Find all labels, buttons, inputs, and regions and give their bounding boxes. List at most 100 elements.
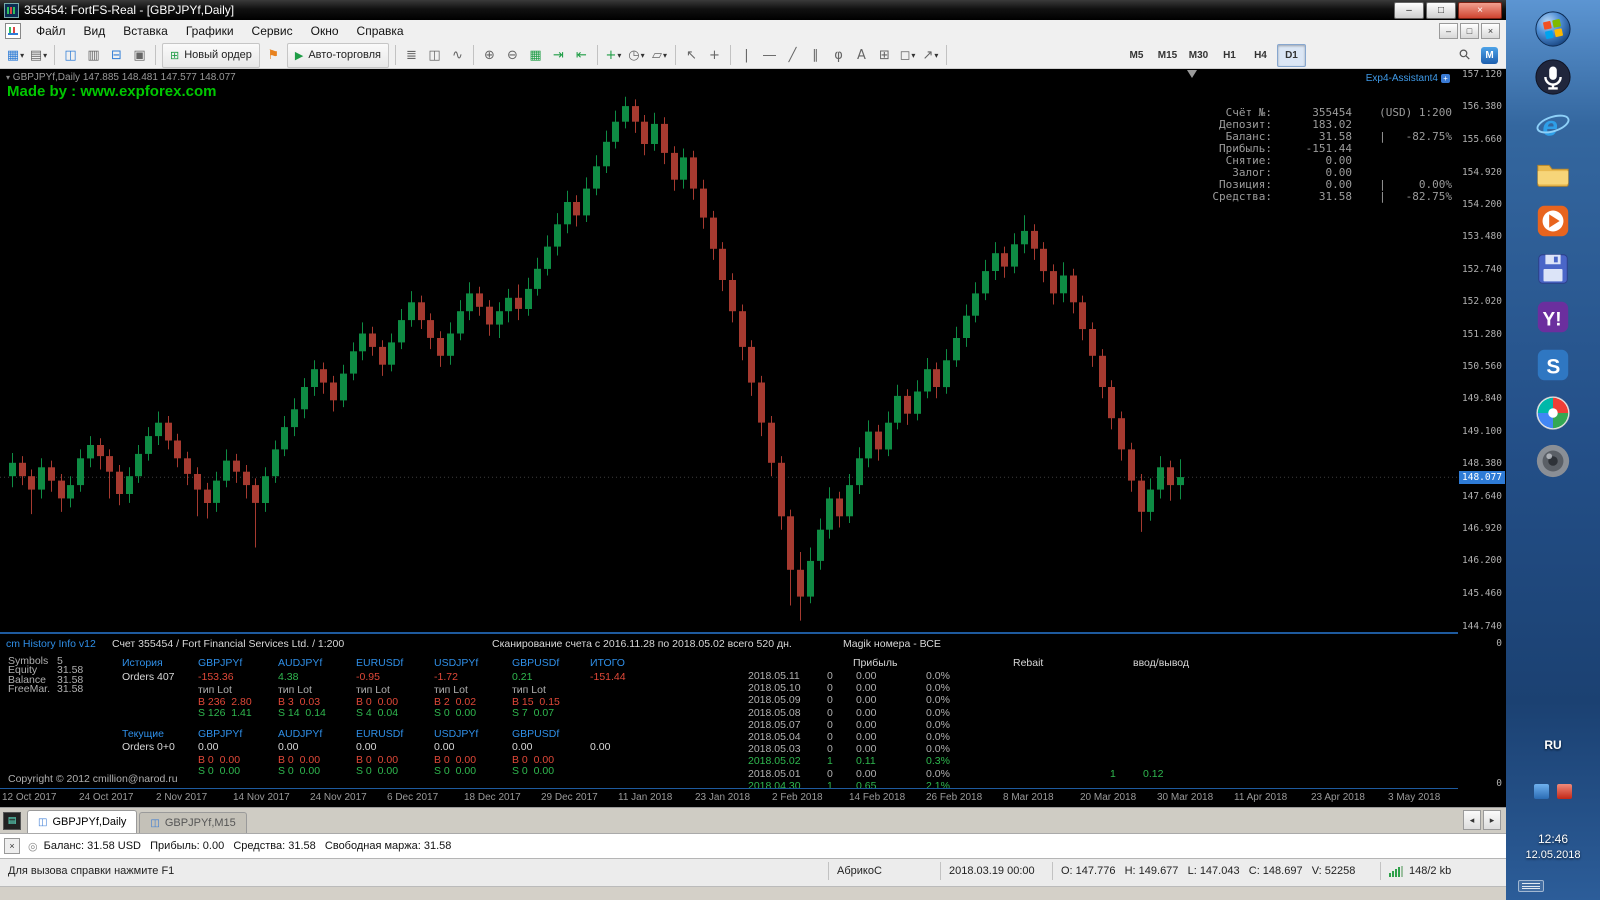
mt4-window: 355454: FortFS-Real - [GBPJPYf,Daily] – … [0,0,1506,900]
templates-button[interactable]: ▱ ▾ [648,44,671,67]
tile-windows-button[interactable]: ▦ [524,44,547,67]
auto-scroll-button[interactable]: ⇥ [547,44,570,67]
tab-scroll-right-button[interactable]: ▸ [1483,810,1501,830]
daily-date: 2018.05.09 [748,694,801,707]
show-desktop-button[interactable] [1518,880,1544,892]
timeframe-button-H4[interactable]: H4 [1246,44,1275,67]
folder-icon[interactable] [1534,154,1572,192]
indicators-button[interactable]: + ▾ [602,44,625,67]
menu-item-Файл[interactable]: Файл [27,24,75,38]
pinwheel-app-icon[interactable] [1534,394,1572,432]
candle [1099,349,1106,399]
bar-chart-button[interactable]: ≣ [400,44,423,67]
menu-item-Сервис[interactable]: Сервис [243,24,302,38]
microphone-app-icon[interactable] [1534,58,1572,96]
candle [311,360,318,396]
line-chart-button[interactable]: ∿ [446,44,469,67]
candle [19,456,26,486]
vertical-line-button[interactable]: | [735,44,758,67]
candle [593,155,600,196]
taskbar-date[interactable]: 12.05.2018 [1506,849,1600,861]
daily-count: 0 [827,731,833,743]
candle [262,467,269,512]
mdi-minimize-button[interactable]: – [1439,23,1458,39]
chart-list-icon[interactable]: ▤ [3,812,21,830]
terminal-button[interactable]: ▣ [128,44,151,67]
start-button[interactable] [1534,10,1572,48]
candle [982,259,989,301]
search-button[interactable]: ⚲ [1454,44,1477,67]
candle [515,284,522,321]
new-order-button[interactable]: ⊞ Новый ордер [162,42,260,68]
text-button[interactable]: A [850,44,873,67]
mdi-close-button[interactable]: × [1481,23,1500,39]
menu-item-Окно[interactable]: Окно [302,24,348,38]
candle [38,458,45,499]
save-disk-icon[interactable] [1534,250,1572,288]
cursor-button[interactable]: ↖ [680,44,703,67]
daily-profit: 0.00 [856,731,877,743]
account-info-panel: Счёт №: 355454 (USD) 1:200 Депозит: 183.02 Ба… [1184,107,1452,203]
menu-item-Графики[interactable]: Графики [177,24,243,38]
data-window-button[interactable]: ▥ [82,44,105,67]
arrows-button[interactable]: ↗ ▾ [919,44,942,67]
channel-button[interactable]: ∥ [804,44,827,67]
terminal-close-button[interactable]: × [4,838,20,854]
timeframe-button-M5[interactable]: M5 [1122,44,1151,67]
market-watch-button[interactable]: ◫ [59,44,82,67]
status-bar: Для вызова справки нажмите F1 АбрикоС 20… [0,858,1506,886]
ea-status-icon[interactable]: + [1441,74,1450,83]
zoom-out-button[interactable]: ⊖ [501,44,524,67]
chart-shift-button[interactable]: ⇤ [570,44,593,67]
timeframe-button-M30[interactable]: M30 [1184,44,1213,67]
crosshair-button[interactable]: + [703,44,726,67]
mql5-icon[interactable]: M [1481,46,1498,64]
navigator-button[interactable]: ⊟ [105,44,128,67]
menu-item-Справка[interactable]: Справка [348,24,413,38]
candle-chart-button[interactable]: ◫ [423,44,446,67]
time-axis[interactable]: 12 Oct 2017 24 Oct 2017 2 Nov 2017 14 Nov 2… [0,789,1458,807]
close-button[interactable]: × [1458,1,1502,19]
trendline-button[interactable]: ╱ [781,44,804,67]
timeframe-button-H1[interactable]: H1 [1215,44,1244,67]
tray-icon-shield[interactable] [1557,784,1572,799]
candle [914,380,921,421]
current-symbol: GBPUSDf [512,728,560,740]
autotrade-button[interactable]: ▶ Авто-торговля [286,42,389,68]
autotrade-flag-button[interactable]: ⚑ [262,44,285,67]
new-chart-button[interactable]: ▦ ▾ [4,44,27,67]
chart-area[interactable]: ▾ GBPJPYf,Daily 147.885 148.481 147.577 … [0,69,1458,632]
language-indicator[interactable]: RU [1506,738,1600,752]
mdi-restore-button[interactable]: □ [1460,23,1479,39]
trendline-icon: ╱ [788,47,797,63]
time-axis-label: 11 Jan 2018 [618,792,673,803]
chart-shift-marker[interactable] [1187,70,1197,78]
horizontal-line-button[interactable]: ― [758,44,781,67]
media-player-icon[interactable] [1534,202,1572,240]
fibonacci-button[interactable]: φ [827,44,850,67]
menu-item-Вставка[interactable]: Вставка [114,24,177,38]
tab-scroll-left-button[interactable]: ◂ [1463,810,1481,830]
timeframe-button-D1[interactable]: D1 [1276,43,1306,67]
taskbar-clock[interactable]: 12:46 [1506,832,1600,846]
chart-tab-GBPJPYf,M15[interactable]: ◫ GBPJPYf,M15 [139,812,247,833]
chart-shift-icon: ⇤ [576,47,587,63]
text-label-button[interactable]: ⊞ [873,44,896,67]
flag-icon: ⚑ [267,47,280,63]
shapes-button[interactable]: ◻ ▾ [896,44,919,67]
yahoo-icon[interactable]: Y! [1534,298,1572,336]
periods-button[interactable]: ◷ ▾ [625,44,648,67]
tray-icon-blue[interactable] [1534,784,1549,799]
time-axis-label: 11 Apr 2018 [1234,792,1288,803]
s-app-icon[interactable]: S [1534,346,1572,384]
internet-explorer-icon[interactable]: e [1534,106,1572,144]
zoom-in-button[interactable]: ⊕ [478,44,501,67]
profiles-button[interactable]: ▤ ▾ [27,44,50,67]
minimize-button[interactable]: – [1394,1,1424,19]
timeframe-button-M15[interactable]: M15 [1153,44,1182,67]
menu-item-Вид[interactable]: Вид [75,24,115,38]
chart-tab-GBPJPYf,Daily[interactable]: ◫ GBPJPYf,Daily [27,810,138,833]
lens-app-icon[interactable] [1534,442,1572,480]
maximize-button[interactable]: □ [1426,1,1456,19]
price-scale[interactable]: 157.120 156.380 155.660 154.920 154.200 153.4… [1458,69,1506,807]
